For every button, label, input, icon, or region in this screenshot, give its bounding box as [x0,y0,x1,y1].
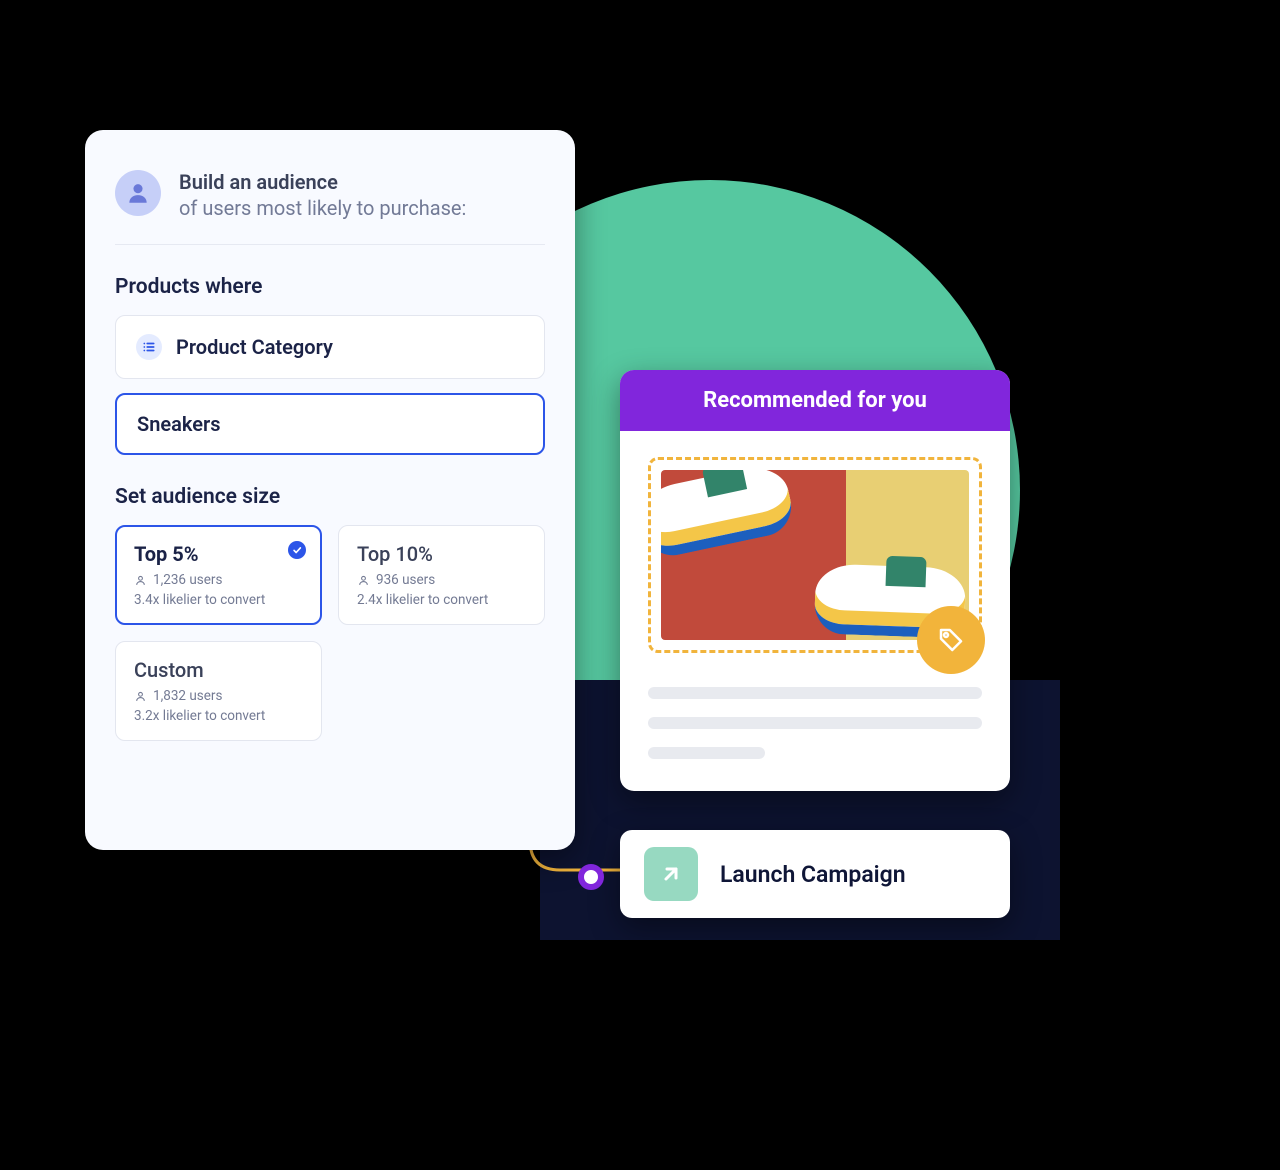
sneaker-illustration [661,470,797,561]
recommendation-card: Recommended for you [620,370,1010,791]
builder-title: Build an audience [179,170,466,194]
placeholder-line [648,747,765,759]
category-value-text: Sneakers [137,412,221,436]
category-value-input[interactable]: Sneakers [115,393,545,455]
product-category-label: Product Category [176,335,333,359]
size-option-title: Top 10% [357,542,526,566]
size-option-users: 936 users [357,572,526,588]
launch-campaign-label: Launch Campaign [720,861,906,888]
builder-subtitle: of users most likely to purchase: [179,196,466,220]
recommendation-header: Recommended for you [620,370,1010,431]
placeholder-line [648,687,982,699]
size-option-conversion: 3.2x likelier to convert [134,708,303,724]
size-option-title: Custom [134,658,303,682]
size-option-conversion: 2.4x likelier to convert [357,592,526,608]
products-where-label: Products where [115,275,545,299]
audience-builder-card: Build an audience of users most likely t… [85,130,575,850]
price-tag-icon [917,606,985,674]
user-icon [115,170,161,216]
size-option-top-10[interactable]: Top 10% 936 users 2.4x likelier to conve… [338,525,545,625]
size-option-top-5[interactable]: Top 5% 1,236 users 3.4x likelier to conv… [115,525,322,625]
set-audience-size-label: Set audience size [115,485,545,509]
placeholder-line [648,717,982,729]
size-option-custom[interactable]: Custom 1,832 users 3.2x likelier to conv… [115,641,322,741]
check-icon [288,541,306,559]
size-option-users: 1,236 users [134,572,303,588]
connector-node-icon [578,864,604,890]
product-preview-frame [648,457,982,653]
audience-size-options: Top 5% 1,236 users 3.4x likelier to conv… [115,525,545,741]
builder-header: Build an audience of users most likely t… [115,170,545,245]
launch-campaign-button[interactable]: Launch Campaign [620,830,1010,918]
product-category-field[interactable]: Product Category [115,315,545,379]
product-image [661,470,969,640]
size-option-users: 1,832 users [134,688,303,704]
arrow-up-right-icon [644,847,698,901]
size-option-conversion: 3.4x likelier to convert [134,592,303,608]
size-option-title: Top 5% [134,542,303,566]
list-icon [136,334,162,360]
